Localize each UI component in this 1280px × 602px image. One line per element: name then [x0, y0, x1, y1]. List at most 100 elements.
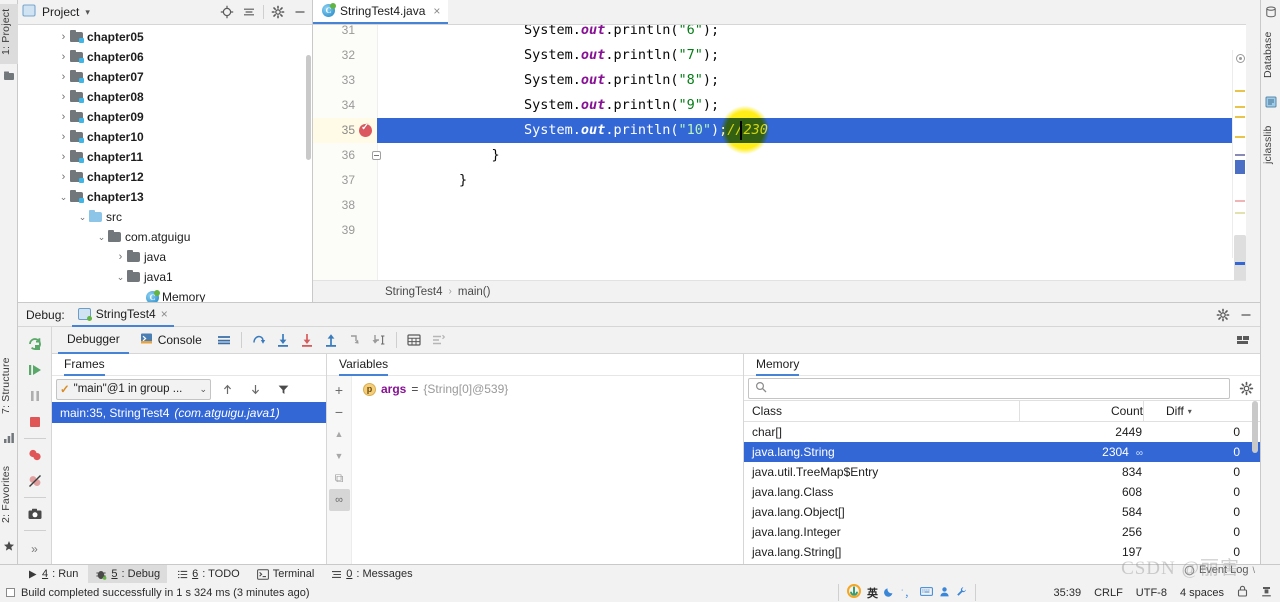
code-editor[interactable]: 31 System.out.println("6"); 32 System.out…: [313, 25, 1246, 280]
pause-program-button[interactable]: [21, 383, 49, 409]
lock-icon[interactable]: [1237, 585, 1248, 600]
status-message[interactable]: Build completed successfully in 1 s 324 …: [21, 587, 310, 599]
tree-node[interactable]: › chapter07: [18, 67, 312, 87]
memory-table-scrollbar[interactable]: [1252, 401, 1258, 453]
chevron-down-icon[interactable]: ⌄: [114, 272, 127, 283]
ime-user-icon[interactable]: [939, 586, 950, 600]
file-encoding[interactable]: UTF-8: [1136, 587, 1167, 599]
event-log-button[interactable]: Event Log \: [1184, 564, 1255, 576]
debug-layout-settings-icon[interactable]: [1232, 329, 1254, 351]
tool-window-button-messages[interactable]: 0: Messages: [324, 565, 419, 584]
chevron-right-icon[interactable]: ›: [57, 91, 70, 103]
tree-node[interactable]: › java: [18, 247, 312, 267]
ime-moon-icon[interactable]: [884, 586, 895, 600]
add-watch-icon[interactable]: +: [329, 379, 350, 401]
line-separator[interactable]: CRLF: [1094, 587, 1123, 599]
run-to-cursor-icon[interactable]: [368, 329, 390, 351]
tab-debugger[interactable]: Debugger: [58, 327, 129, 354]
code-line[interactable]: 38: [313, 193, 1246, 218]
tree-node[interactable]: C Memory: [18, 287, 312, 302]
chevron-right-icon[interactable]: ›: [114, 251, 127, 263]
chevron-down-icon[interactable]: ⌄: [199, 384, 207, 395]
indent-setting[interactable]: 4 spaces: [1180, 587, 1224, 599]
mute-breakpoints-button[interactable]: [21, 468, 49, 494]
tree-node[interactable]: › chapter11: [18, 147, 312, 167]
inspection-icon[interactable]: [1261, 585, 1272, 600]
chevron-right-icon[interactable]: ›: [57, 71, 70, 83]
jclasslib-icon[interactable]: [1265, 96, 1277, 108]
memory-table-row[interactable]: java.lang.Object[] 584 0: [744, 502, 1260, 522]
breakpoint-icon[interactable]: [359, 122, 372, 137]
stop-button[interactable]: [21, 409, 49, 435]
memory-search-input[interactable]: [748, 377, 1230, 399]
copy-value-icon[interactable]: ⧉: [329, 467, 350, 489]
chevron-right-icon[interactable]: ›: [57, 151, 70, 163]
memory-table[interactable]: Class Count Diff ▾ char[] 2449 0 java.lang.…: [744, 401, 1260, 568]
memory-settings-gear-icon[interactable]: [1232, 377, 1260, 399]
rerun-button[interactable]: [21, 331, 49, 357]
chevron-down-icon[interactable]: ⌄: [76, 212, 89, 223]
frame-row[interactable]: main:35, StringTest4 (com.atguigu.java1): [52, 402, 326, 423]
drop-frame-icon[interactable]: [344, 329, 366, 351]
code-line[interactable]: 34 System.out.println("9");: [313, 93, 1246, 118]
sidebar-item-structure[interactable]: 7: Structure: [0, 345, 18, 427]
code-fold-icon[interactable]: [372, 151, 381, 160]
filter-frames-icon[interactable]: [271, 378, 295, 400]
move-up-icon[interactable]: ▲: [329, 423, 350, 445]
project-tree[interactable]: › chapter05 › chapter06 › chapter07 › chapter08…: [18, 25, 312, 302]
step-out-icon[interactable]: [320, 329, 342, 351]
star-icon[interactable]: [3, 540, 15, 552]
tree-node[interactable]: ⌄ src: [18, 207, 312, 227]
trace-icon[interactable]: [427, 329, 449, 351]
ime-mode-label[interactable]: 英: [867, 585, 878, 601]
breadcrumb-method[interactable]: main(): [458, 286, 491, 298]
ime-logo-icon[interactable]: [847, 584, 861, 601]
memory-search-field[interactable]: [773, 381, 1229, 395]
caret-position[interactable]: 35:39: [1054, 587, 1082, 599]
memory-table-row[interactable]: java.lang.String[] 197 0: [744, 542, 1260, 562]
sidebar-item-favorites[interactable]: 2: Favorites: [0, 452, 18, 536]
breadcrumb[interactable]: StringTest4 › main(): [313, 280, 1246, 302]
tree-node[interactable]: › chapter06: [18, 47, 312, 67]
tab-console[interactable]: Console: [131, 327, 211, 354]
tool-window-button-terminal[interactable]: Terminal: [250, 565, 322, 584]
tree-node[interactable]: ⌄ com.atguigu: [18, 227, 312, 247]
sidebar-item-jclasslib[interactable]: jclasslib: [1262, 112, 1280, 178]
hide-panel-icon[interactable]: [292, 4, 308, 20]
memory-table-row[interactable]: char[] 2449 0: [744, 422, 1260, 442]
expand-toolbar-button[interactable]: »: [21, 536, 49, 562]
ime-keyboard-icon[interactable]: [920, 586, 934, 600]
view-breakpoints-button[interactable]: [21, 442, 49, 468]
close-icon[interactable]: ×: [433, 4, 440, 18]
layout-settings-icon[interactable]: [213, 329, 235, 351]
inspect-icon[interactable]: ∞: [328, 489, 350, 511]
debug-session-tab[interactable]: StringTest4 ×: [71, 303, 174, 327]
chevron-down-icon[interactable]: ⌄: [57, 192, 70, 203]
tree-node[interactable]: › chapter08: [18, 87, 312, 107]
database-icon[interactable]: [1265, 6, 1277, 18]
debug-settings-gear-icon[interactable]: [1215, 307, 1231, 323]
ime-punctuation-icon[interactable]: ˙，: [901, 585, 914, 600]
column-header-class[interactable]: Class: [744, 404, 1019, 418]
step-over-icon[interactable]: [248, 329, 270, 351]
evaluate-expression-icon[interactable]: [403, 329, 425, 351]
tree-node[interactable]: ⌄ chapter13: [18, 187, 312, 207]
tree-node[interactable]: › chapter09: [18, 107, 312, 127]
memory-table-row[interactable]: java.util.TreeMap$Entry 834 0: [744, 462, 1260, 482]
tool-window-button-debug[interactable]: 5: Debug: [88, 564, 168, 584]
chevron-right-icon[interactable]: ›: [57, 171, 70, 183]
collapse-all-icon[interactable]: [241, 4, 257, 20]
chevron-right-icon[interactable]: ›: [57, 31, 70, 43]
code-line[interactable]: 32 System.out.println("7");: [313, 43, 1246, 68]
debug-hide-panel-icon[interactable]: [1238, 307, 1254, 323]
tool-window-button-run[interactable]: 4: Run: [20, 565, 85, 584]
chevron-down-icon[interactable]: ▾: [85, 7, 90, 18]
code-line-selected[interactable]: 35 System.out.println("10");//230: [342, 118, 1232, 143]
editor-tab-stringtest4[interactable]: C StringTest4.java ×: [313, 0, 449, 24]
snapshot-camera-icon[interactable]: [21, 501, 49, 527]
settings-gear-icon[interactable]: [270, 4, 286, 20]
tool-window-button-todo[interactable]: 6: TODO: [170, 565, 247, 584]
project-structure-icon[interactable]: [3, 70, 15, 82]
close-icon[interactable]: ×: [161, 307, 168, 321]
chevron-right-icon[interactable]: ›: [57, 51, 70, 63]
